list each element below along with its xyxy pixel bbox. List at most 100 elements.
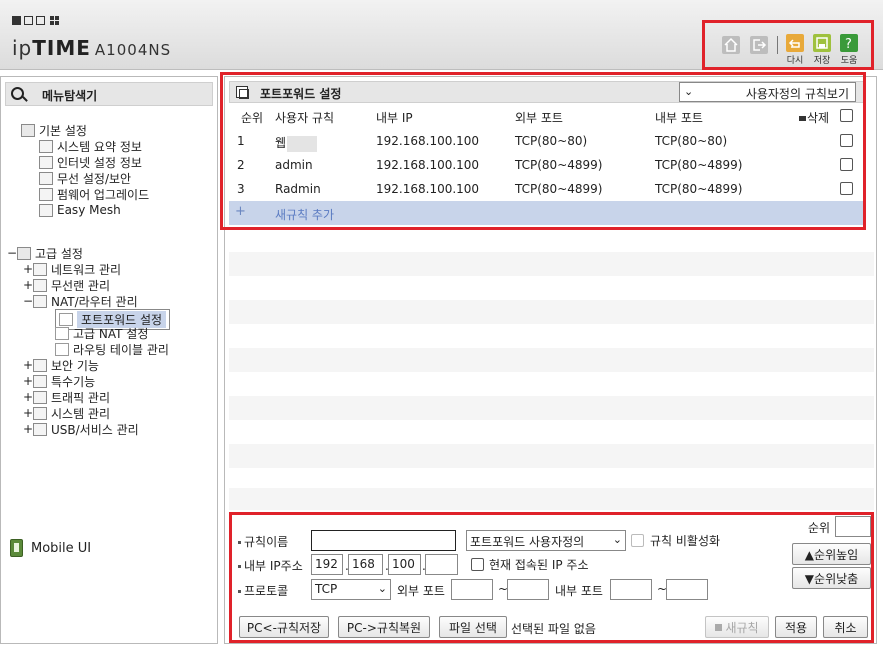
ip-octet-3[interactable]: 100 (388, 554, 421, 575)
cancel-button[interactable]: 취소 (823, 616, 868, 638)
chevron-down-icon: ⌄ (612, 533, 622, 546)
sidebar-item-traffic[interactable]: + 트래픽 관리 (23, 389, 110, 405)
cell-rule-text: 웹 (275, 136, 287, 150)
disable-rule-checkbox[interactable] (631, 534, 644, 547)
new-rule-button[interactable]: 새규칙 (705, 616, 769, 638)
special-icon (33, 374, 47, 388)
router-admin-window: ipTIME A1004NS 다시 저장 ? 도움 메뉴탐색기 기본 설정 시스… (0, 0, 883, 651)
rule-name-text: 규칙이름 (244, 535, 289, 549)
expand-icon[interactable]: + (23, 422, 33, 436)
expand-icon[interactable]: + (23, 262, 33, 276)
external-port-end[interactable] (507, 579, 549, 600)
save-icon[interactable] (813, 34, 831, 52)
table-row[interactable]: 2 admin 192.168.100.100 TCP(80~4899) TCP… (229, 153, 864, 177)
home-icon[interactable] (722, 36, 740, 54)
sidebar-item-usb-service[interactable]: + USB/서비스 관리 (23, 421, 139, 437)
rule-name-input[interactable] (311, 530, 456, 551)
usb-icon (33, 422, 47, 436)
sidebar-item-firmware-upgrade[interactable]: 펌웨어 업그레이드 (39, 186, 149, 202)
save-label: 저장 (813, 56, 831, 66)
tree-label: 보안 기능 (51, 358, 99, 373)
expand-icon[interactable]: + (23, 278, 33, 292)
expand-icon[interactable]: + (23, 406, 33, 420)
sidebar-item-special[interactable]: + 특수기능 (23, 373, 95, 389)
save-to-pc-button[interactable]: PC<-규칙저장 (239, 616, 329, 638)
ip-octet-1[interactable]: 192 (311, 554, 343, 575)
delete-checkbox[interactable] (840, 182, 853, 195)
external-port-start[interactable] (451, 579, 493, 600)
empty-row (229, 348, 874, 372)
sidebar-item-routing-table[interactable]: 라우팅 테이블 관리 (55, 341, 169, 357)
window-square-icon (24, 16, 33, 25)
internal-port-label: 내부 포트 (555, 584, 603, 598)
plus-icon: + (235, 204, 246, 219)
sidebar-item-security[interactable]: + 보안 기능 (23, 357, 99, 373)
sidebar-item-advanced-nat[interactable]: 고급 NAT 설정 (55, 325, 148, 341)
table-row[interactable]: 1 웹 192.168.100.100 TCP(80~80) TCP(80~80… (229, 129, 864, 153)
internal-port-start[interactable] (610, 579, 652, 600)
table-row[interactable]: 3 Radmin 192.168.100.100 TCP(80~4899) TC… (229, 177, 864, 201)
tree-advanced-settings[interactable]: − 고급 설정 (7, 245, 83, 261)
model-name: A1004NS (94, 41, 172, 59)
rule-name-label: 규칙이름 (238, 533, 288, 550)
sidebar-item-nat-router[interactable]: − NAT/라우터 관리 (23, 293, 138, 309)
help-icon[interactable]: ? (840, 34, 858, 52)
ip-octet-2[interactable]: 168 (348, 554, 383, 575)
expand-icon[interactable]: + (23, 390, 33, 404)
sidebar-item-wireless-security[interactable]: 무선 설정/보안 (39, 170, 131, 186)
col-external-port: 외부 포트 (515, 111, 563, 125)
sidebar-item-system-summary[interactable]: 시스템 요약 정보 (39, 138, 142, 154)
apply-button[interactable]: 적용 (775, 616, 817, 638)
collapse-icon[interactable]: − (7, 246, 17, 260)
tree-label: 네트워크 관리 (51, 262, 122, 277)
file-status: 선택된 파일 없음 (511, 622, 596, 636)
tree-label: 시스템 관리 (51, 406, 111, 421)
file-select-button[interactable]: 파일 선택 (439, 616, 507, 638)
cell-internal-ip: 192.168.100.100 (376, 182, 480, 196)
sidebar-item-wireless-lan[interactable]: + 무선랜 관리 (23, 277, 110, 293)
logout-icon[interactable] (750, 36, 768, 54)
rule-view-select[interactable]: ⌄ 사용자정의 규칙보기 (679, 82, 856, 102)
sidebar-item-easy-mesh[interactable]: Easy Mesh (39, 202, 121, 218)
tree-label: 기본 설정 (39, 123, 87, 138)
rule-view-value: 사용자정의 규칙보기 (745, 87, 849, 101)
restore-from-pc-button[interactable]: PC->규칙복원 (338, 616, 430, 638)
cell-internal-ip: 192.168.100.100 (376, 134, 480, 148)
chevron-down-icon: ⌄ (684, 85, 694, 98)
expand-icon[interactable]: + (23, 374, 33, 388)
chart-icon (33, 406, 47, 420)
protocol-select[interactable]: TCP ⌄ (311, 579, 391, 600)
protocol-value: TCP (315, 582, 338, 596)
tree-label: 라우팅 테이블 관리 (73, 342, 169, 357)
empty-row (229, 252, 874, 276)
add-new-rule-row[interactable]: + 새규칙 추가 (229, 201, 864, 225)
internal-port-end[interactable] (666, 579, 708, 600)
delete-checkbox[interactable] (840, 134, 853, 147)
rule-type-select[interactable]: 포트포워드 사용자정의 ⌄ (466, 530, 626, 551)
expand-icon[interactable]: + (23, 358, 33, 372)
ip-octet-4[interactable] (425, 554, 458, 575)
add-new-rule-label: 새규칙 추가 (275, 208, 335, 222)
monitor-icon (39, 155, 53, 169)
collapse-icon[interactable]: − (23, 294, 33, 308)
tree-label: Easy Mesh (57, 203, 121, 217)
delete-checkbox[interactable] (840, 158, 853, 171)
refresh-icon[interactable] (786, 34, 804, 52)
sidebar-item-system[interactable]: + 시스템 관리 (23, 405, 110, 421)
chevron-down-icon: ⌄ (377, 582, 387, 595)
internal-ip-text: 내부 IP주소 (244, 559, 303, 573)
col-order: 순위 (241, 111, 264, 125)
window-square-icon (12, 16, 21, 25)
order-input[interactable] (835, 516, 871, 537)
order-up-button[interactable]: ▲순위높임 (792, 543, 871, 565)
tree-basic-settings[interactable]: 기본 설정 (21, 122, 87, 138)
sidebar-item-internet-settings[interactable]: 인터넷 설정 정보 (39, 154, 142, 170)
empty-row (229, 444, 874, 468)
logo-ip: ip (12, 36, 33, 60)
mobile-ui-link[interactable]: Mobile UI (10, 539, 91, 557)
current-ip-checkbox[interactable] (471, 558, 484, 571)
order-down-button[interactable]: ▼순위낮춤 (792, 567, 871, 589)
col-internal-port: 내부 포트 (655, 111, 703, 125)
select-all-checkbox[interactable] (840, 109, 853, 122)
sidebar-item-network[interactable]: + 네트워크 관리 (23, 261, 121, 277)
